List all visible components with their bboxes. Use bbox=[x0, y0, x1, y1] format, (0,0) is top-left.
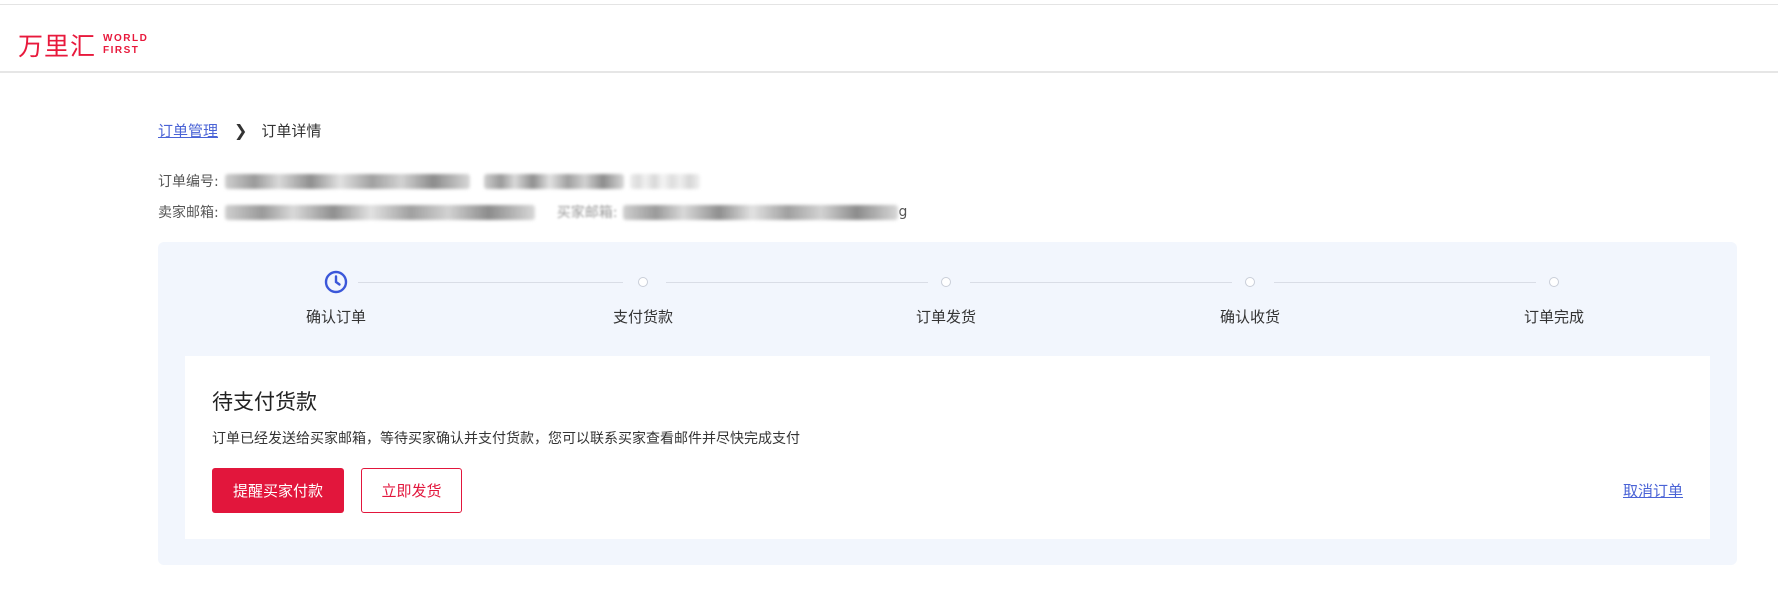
order-detail-panel: 确认订单 支付货款 订单发货 确认收货 订单完成 待支付货款 订单已经发送给买家… bbox=[158, 242, 1737, 565]
buyer-email-tail: g bbox=[898, 204, 908, 220]
step-label-receive: 确认收货 bbox=[1219, 308, 1280, 326]
buyer-email-label: 买家邮箱: bbox=[556, 205, 618, 221]
order-number-row: 订单编号: bbox=[158, 171, 700, 191]
status-description: 订单已经发送给买家邮箱，等待买家确认并支付货款，您可以联系买家查看邮件并尽快完成… bbox=[212, 431, 800, 447]
logo-text-cn: 万里汇 bbox=[18, 32, 97, 61]
order-number-label: 订单编号: bbox=[158, 174, 219, 190]
seller-email-label: 卖家邮箱: bbox=[158, 205, 219, 221]
logo-text-en: WORLD FIRST bbox=[103, 33, 148, 57]
header: 万里汇 WORLD FIRST bbox=[0, 5, 1778, 73]
step-label-ship: 订单发货 bbox=[915, 308, 976, 326]
step-label-confirm-order: 确认订单 bbox=[305, 308, 366, 326]
step-label-pay: 支付货款 bbox=[612, 308, 673, 326]
seller-email-redacted bbox=[224, 204, 535, 220]
status-title: 待支付货款 bbox=[212, 390, 317, 414]
ship-now-button[interactable]: 立即发货 bbox=[361, 468, 462, 513]
redacted-fade bbox=[629, 173, 700, 189]
remind-buyer-pay-button[interactable]: 提醒买家付款 bbox=[212, 468, 344, 513]
step-dot bbox=[638, 277, 648, 287]
breadcrumb: 订单管理 ❯ 订单详情 bbox=[158, 120, 321, 141]
step-dot bbox=[941, 277, 951, 287]
order-time-redacted bbox=[483, 173, 624, 189]
chevron-right-icon: ❯ bbox=[234, 121, 248, 140]
breadcrumb-order-detail: 订单详情 bbox=[261, 122, 322, 140]
email-row: 卖家邮箱: 买家邮箱: g bbox=[158, 202, 907, 222]
breadcrumb-order-management[interactable]: 订单管理 bbox=[158, 120, 218, 141]
step-connector bbox=[666, 282, 928, 283]
progress-steps: 确认订单 支付货款 订单发货 确认收货 订单完成 bbox=[158, 242, 1737, 342]
step-dot bbox=[1549, 277, 1559, 287]
status-card: 待支付货款 订单已经发送给买家邮箱，等待买家确认并支付货款，您可以联系买家查看邮… bbox=[185, 356, 1710, 539]
worldfirst-logo[interactable]: 万里汇 WORLD FIRST bbox=[18, 27, 148, 63]
step-connector bbox=[1274, 282, 1536, 283]
logo-en-line2: FIRST bbox=[103, 45, 140, 56]
order-number-redacted bbox=[224, 173, 470, 189]
logo-en-line1: WORLD bbox=[103, 33, 149, 44]
step-connector bbox=[970, 282, 1232, 283]
step-label-complete: 订单完成 bbox=[1523, 308, 1584, 326]
clock-icon bbox=[324, 270, 348, 294]
step-dot bbox=[1245, 277, 1255, 287]
step-connector bbox=[358, 282, 623, 283]
cancel-order-link[interactable]: 取消订单 bbox=[1623, 480, 1683, 501]
buyer-email-redacted bbox=[623, 204, 899, 220]
